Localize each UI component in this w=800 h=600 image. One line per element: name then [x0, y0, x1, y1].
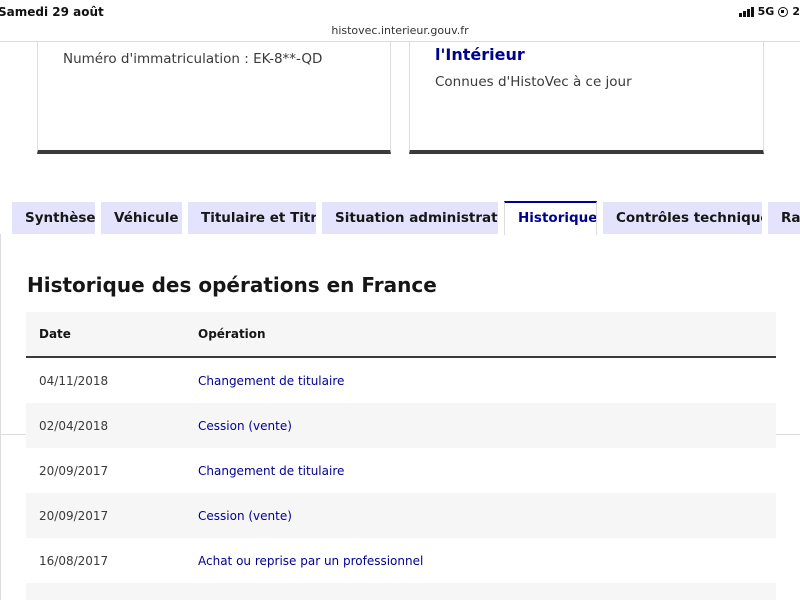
row-date: 20/09/2017	[39, 508, 109, 523]
tab-situation-administrative[interactable]: Situation administrative	[322, 202, 498, 234]
row-date: 04/11/2018	[39, 373, 109, 388]
historique-panel: Historique des opérations en France Date…	[0, 234, 800, 600]
row-date: 16/08/2017	[39, 553, 109, 568]
status-clock: 2	[792, 5, 800, 18]
table-body: 04/11/2018 Changement de titulaire 02/04…	[26, 358, 776, 600]
row-date: 02/04/2018	[39, 418, 109, 433]
table-header: Date Opération	[26, 312, 776, 358]
status-date: Samedi 29 août	[0, 5, 104, 19]
status-indicators: 5G 2	[738, 5, 800, 18]
tab-vehicule[interactable]: Véhicule	[101, 202, 182, 234]
row-operation: Cession (vente)	[198, 508, 292, 523]
card-subtitle: Connues d'HistoVec à ce jour	[435, 74, 632, 90]
tab-label: Historique	[518, 210, 597, 226]
row-operation: Cession (vente)	[198, 418, 292, 433]
tab-label: Contrôles techniques	[616, 210, 762, 226]
ministry-card: l'Intérieur Connues d'HistoVec à ce jour	[409, 42, 764, 154]
row-operation: Achat ou reprise par un professionnel	[198, 553, 424, 568]
ios-status-bar: Samedi 29 août 5G 2	[0, 0, 800, 22]
tab-titulaire-titre[interactable]: Titulaire et Titre	[188, 202, 316, 234]
operations-table: Date Opération 04/11/2018 Changement de …	[26, 312, 776, 600]
address-bar[interactable]: histovec.interieur.gouv.fr	[0, 22, 800, 42]
network-label: 5G	[757, 5, 775, 18]
row-operation: Changement de titulaire	[198, 373, 345, 388]
card-title: l'Intérieur	[435, 45, 525, 64]
table-row: 04/11/2018 Changement de titulaire	[26, 358, 776, 403]
tab-list: Synthèse Véhicule Titulaire et Titre Sit…	[0, 201, 800, 435]
table-row: 20/09/2017 Cession (vente)	[26, 493, 776, 538]
tab-label: Situation administrative	[335, 210, 498, 226]
table-row: 16/08/2017 Achat ou reprise par un profe…	[26, 538, 776, 583]
tab-rapport[interactable]: Rap	[768, 202, 800, 234]
row-operation: Changement de titulaire	[198, 463, 345, 478]
table-row: 20/09/2017 Changement de titulaire	[26, 448, 776, 493]
tab-synthese[interactable]: Synthèse	[12, 202, 95, 234]
signal-icon	[738, 6, 754, 17]
tab-historique[interactable]: Historique	[504, 201, 597, 235]
rotation-lock-icon	[778, 6, 789, 17]
row-date: 20/09/2017	[39, 463, 109, 478]
vehicle-plate-card: Numéro d'immatriculation : EK-8**-QD	[37, 42, 391, 154]
url-text: histovec.interieur.gouv.fr	[331, 24, 469, 37]
tab-label: Rap	[781, 210, 800, 226]
tab-label: Titulaire et Titre	[201, 210, 316, 226]
column-header-date: Date	[39, 327, 71, 341]
column-header-operation: Opération	[198, 327, 266, 341]
table-row	[26, 583, 776, 600]
tab-label: Synthèse	[25, 210, 95, 226]
tab-controles-techniques[interactable]: Contrôles techniques	[603, 202, 762, 234]
registration-number: Numéro d'immatriculation : EK-8**-QD	[63, 51, 323, 67]
tab-label: Véhicule	[114, 210, 179, 226]
table-row: 02/04/2018 Cession (vente)	[26, 403, 776, 448]
panel-title: Historique des opérations en France	[27, 273, 437, 297]
